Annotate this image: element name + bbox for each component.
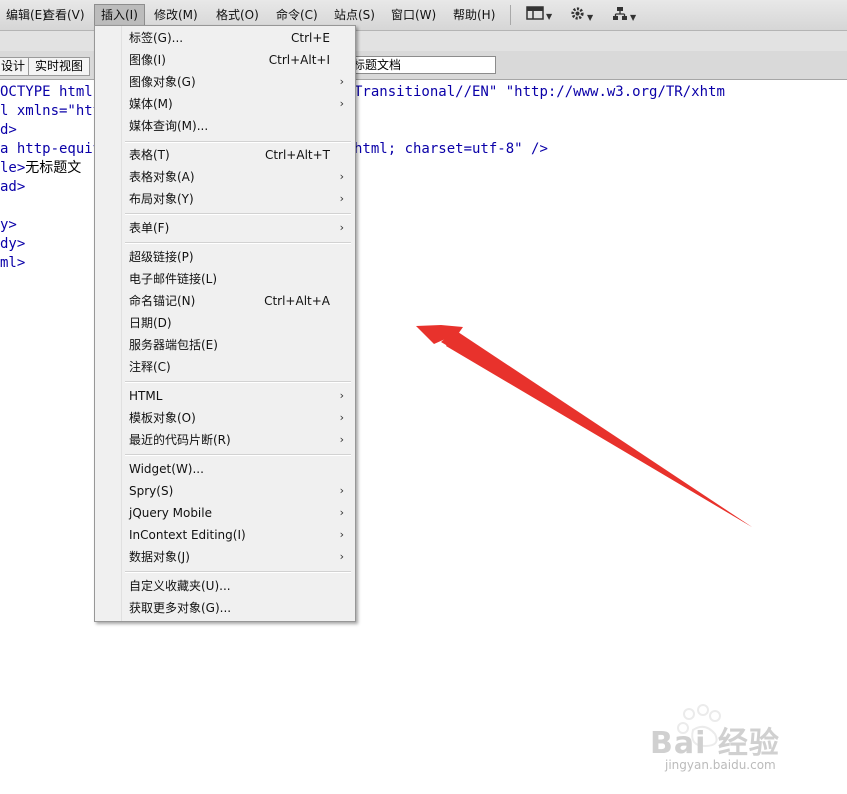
menu-separator [125, 242, 351, 244]
code-line: ad> [0, 179, 26, 195]
code-text: le> [0, 160, 26, 176]
watermark-brand: Bai 经验 [650, 726, 780, 761]
chevron-right-icon: › [339, 484, 344, 497]
menu-item-html[interactable]: HTML › [96, 385, 352, 407]
menu-item-image-objects[interactable]: 图像对象(G) › [96, 71, 352, 93]
menu-item-customize-favorites[interactable]: 自定义收藏夹(U)... [96, 575, 352, 597]
chevron-right-icon: › [339, 506, 344, 519]
menu-item-email-link[interactable]: 电子邮件链接(L) [96, 268, 352, 290]
layout-icon[interactable]: ▼ [526, 6, 552, 24]
menu-separator [125, 213, 351, 215]
menu-site[interactable]: 站点(S) [328, 5, 381, 25]
chevron-right-icon: › [339, 528, 344, 541]
menu-item-tag[interactable]: 标签(G)... Ctrl+E [96, 27, 352, 49]
menu-item-comment[interactable]: 注释(C) [96, 356, 352, 378]
menu-format[interactable]: 格式(O) [210, 5, 265, 25]
menu-item-spry[interactable]: Spry(S) › [96, 480, 352, 502]
chevron-right-icon: › [339, 433, 344, 446]
menu-item-jquery-mobile[interactable]: jQuery Mobile › [96, 502, 352, 524]
menu-window[interactable]: 窗口(W) [385, 5, 442, 25]
menu-item-template-objects[interactable]: 模板对象(O) › [96, 407, 352, 429]
menu-item-recent-snippets[interactable]: 最近的代码片断(R) › [96, 429, 352, 451]
menu-insert[interactable]: 插入(I) [94, 4, 145, 26]
watermark-url: jingyan.baidu.com [665, 758, 776, 772]
gear-icon[interactable]: ▼ [570, 6, 593, 24]
menu-item-widget[interactable]: Widget(W)... [96, 458, 352, 480]
code-line: le>无标题文 [0, 159, 81, 178]
chevron-right-icon: › [339, 192, 344, 205]
code-line: d> [0, 122, 17, 138]
document-title-input[interactable]: 标题文档 [348, 56, 496, 74]
menu-item-get-more-objects[interactable]: 获取更多对象(G)... [96, 597, 352, 619]
insert-menu-dropdown: 标签(G)... Ctrl+E 图像(I) Ctrl+Alt+I 图像对象(G) › … [94, 25, 356, 622]
menu-item-incontext-editing[interactable]: InContext Editing(I) › [96, 524, 352, 546]
menu-item-data-objects[interactable]: 数据对象(J) › [96, 546, 352, 568]
menu-item-table[interactable]: 表格(T) Ctrl+Alt+T [96, 144, 352, 166]
menu-separator [125, 141, 351, 143]
menu-item-layout-objects[interactable]: 布局对象(Y) › [96, 188, 352, 210]
chevron-right-icon: › [339, 550, 344, 563]
live-view-button[interactable]: 实时视图 [28, 57, 91, 76]
code-line: ml> [0, 255, 26, 271]
chevron-right-icon: › [339, 97, 344, 110]
chevron-right-icon: › [339, 170, 344, 183]
chevron-right-icon: › [339, 389, 344, 402]
chevron-right-icon: › [339, 75, 344, 88]
site-icon[interactable]: ▼ [612, 6, 636, 24]
menu-item-date[interactable]: 日期(D) [96, 312, 352, 334]
menu-item-table-objects[interactable]: 表格对象(A) › [96, 166, 352, 188]
code-line: dy> [0, 236, 26, 252]
menu-separator [125, 454, 351, 456]
code-line: y> [0, 217, 17, 233]
chevron-right-icon: › [339, 221, 344, 234]
menu-item-form[interactable]: 表单(F) › [96, 217, 352, 239]
menubar-separator [510, 5, 511, 25]
menu-item-media-query[interactable]: 媒体查询(M)... [96, 115, 352, 137]
menu-item-server-side-include[interactable]: 服务器端包括(E) [96, 334, 352, 356]
menu-item-named-anchor[interactable]: 命名锚记(N) Ctrl+Alt+A [96, 290, 352, 312]
menu-item-image[interactable]: 图像(I) Ctrl+Alt+I [96, 49, 352, 71]
menu-item-hyperlink[interactable]: 超级链接(P) [96, 246, 352, 268]
menu-item-media[interactable]: 媒体(M) › [96, 93, 352, 115]
menu-view[interactable]: 查看(V) [37, 5, 91, 25]
menu-separator [125, 381, 351, 383]
menu-help[interactable]: 帮助(H) [447, 5, 501, 25]
code-title-text: 无标题文 [25, 160, 82, 176]
menu-modify[interactable]: 修改(M) [148, 5, 204, 25]
menu-separator [125, 571, 351, 573]
menu-commands[interactable]: 命令(C) [270, 5, 324, 25]
chevron-right-icon: › [339, 411, 344, 424]
